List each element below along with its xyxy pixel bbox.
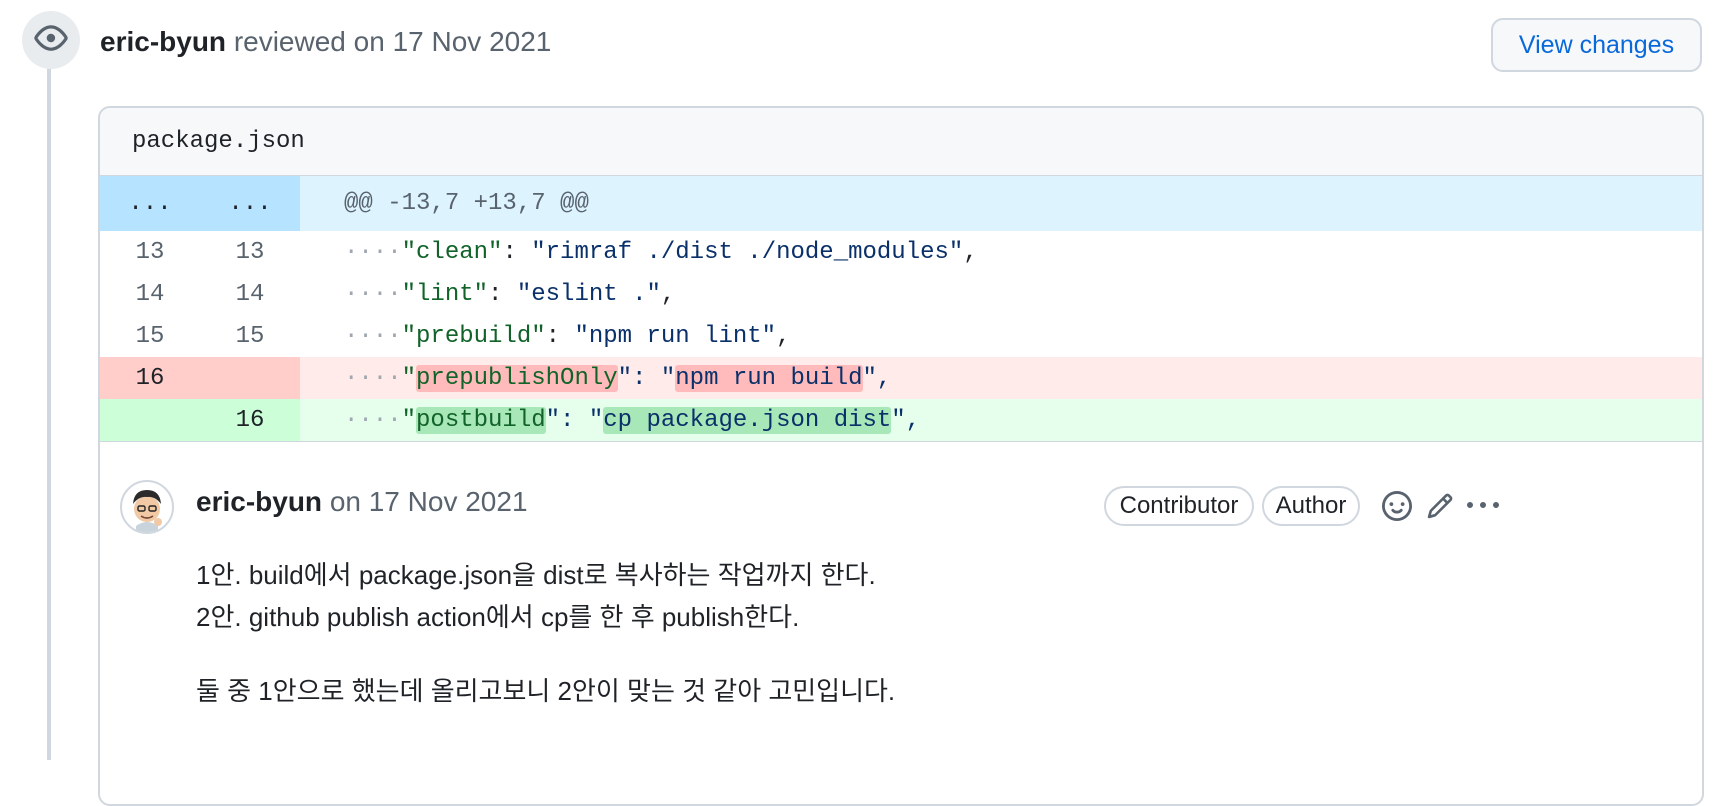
new-line-number[interactable]: 14 [200,273,300,315]
old-line-number[interactable]: 13 [100,231,200,273]
json-comma: , [963,238,978,266]
json-separator: ": " [617,364,676,392]
json-separator: ": " [545,406,604,434]
new-line-number[interactable] [200,357,300,399]
json-separator: : [488,280,517,308]
new-line-number[interactable]: 15 [200,315,300,357]
json-value: "npm run lint" [574,322,777,350]
hunk-header-row: ... ... @@ -13,7 +13,7 @@ [100,176,1702,231]
review-header: eric-byun reviewed on 17 Nov 2021 [100,26,551,58]
review-action-text: reviewed on 17 Nov 2021 [233,26,552,57]
comment-paragraph: 둘 중 1안으로 했는데 올리고보니 2안이 맞는 것 같아 고민입니다. [196,676,896,706]
json-key: "lint" [401,280,489,308]
old-line-number[interactable]: 14 [100,273,200,315]
review-author-link[interactable]: eric-byun [100,26,226,57]
json-key: "prebuild" [401,322,546,350]
old-line-number[interactable]: 15 [100,315,200,357]
json-value-changed: npm run build [675,364,863,392]
whitespace-marker: ···· [344,322,402,350]
add-reaction-button[interactable] [1377,488,1417,528]
comment-paragraph: 1안. build에서 package.json을 dist로 복사하는 작업까… [196,560,876,590]
file-header: package.json [100,108,1702,176]
json-comma: , [776,322,791,350]
json-key-changed: prepublishOnly [416,364,618,392]
comment-date-link[interactable]: on 17 Nov 2021 [330,486,528,517]
diff-context-row: 15 15 ···· "prebuild": "npm run lint", [100,315,1702,357]
kebab-horizontal-icon [1467,490,1499,527]
comment-body: 1안. build에서 package.json을 dist로 복사하는 작업까… [196,554,895,712]
whitespace-marker: ···· [344,280,402,308]
comment-options-button[interactable] [1463,488,1503,528]
comment-author-link[interactable]: eric-byun [196,486,322,517]
whitespace-marker: ···· [344,238,402,266]
json-comma: , [660,280,676,308]
json-key: "clean" [401,238,503,266]
review-thread: package.json ... ... @@ -13,7 +13,7 @@ 1… [98,106,1704,806]
author-badge: Author [1262,486,1360,526]
json-separator: : [502,238,532,266]
edit-comment-button[interactable] [1420,488,1460,528]
json-quote: " [401,364,417,392]
json-quote: " [401,406,417,434]
diff-table: ... ... @@ -13,7 +13,7 @@ 13 13 ···· "cle… [100,176,1702,442]
timeline-line [47,60,51,760]
diff-deletion-row: 16 ···· " prepublishOnly ": " npm run build "… [100,357,1702,399]
whitespace-marker: ···· [344,406,402,434]
diff-line-code: ···· "prebuild": "npm run lint", [300,315,1702,357]
smiley-icon [1382,490,1412,526]
diff-line-code: ···· " postbuild ": " cp package.json dist ", [300,399,1702,441]
view-changes-button[interactable]: View changes [1491,18,1702,72]
diff-addition-row: 16 ···· " postbuild ": " cp package.json dis… [100,399,1702,441]
json-separator: : [545,322,575,350]
diff-context-row: 13 13 ···· "clean": "rimraf ./dist ./node… [100,231,1702,273]
whitespace-marker: ···· [344,364,402,392]
contributor-badge: Contributor [1104,486,1254,526]
review-comment: eric-byun on 17 Nov 2021 Contributor Aut… [100,442,1702,742]
hunk-expand-new[interactable]: ... [200,176,300,231]
diff-context-row: 14 14 ···· "lint": "eslint .", [100,273,1702,315]
old-line-number[interactable] [100,399,200,441]
new-line-number[interactable]: 16 [200,399,300,441]
hunk-expand-old[interactable]: ... [100,176,200,231]
json-value-changed: cp package.json dist [603,406,892,434]
hunk-header-text: @@ -13,7 +13,7 @@ [344,190,589,217]
old-line-number[interactable]: 16 [100,357,200,399]
comment-paragraph: 2안. github publish action에서 cp를 한 후 publ… [196,602,800,632]
pencil-icon [1426,492,1454,525]
avatar[interactable] [120,480,174,534]
json-key-changed: postbuild [416,406,546,434]
eye-icon [34,21,68,60]
json-value: "rimraf ./dist ./node_modules" [531,238,964,266]
new-line-number[interactable]: 13 [200,231,300,273]
json-comma: ", [891,406,921,434]
diff-line-code: ···· "lint": "eslint .", [300,273,1702,315]
review-event-badge [22,11,80,69]
diff-line-code: ···· "clean": "rimraf ./dist ./node_modul… [300,231,1702,273]
file-name-link[interactable]: package.json [132,128,305,155]
comment-header: eric-byun on 17 Nov 2021 [196,486,528,518]
diff-line-code: ···· " prepublishOnly ": " npm run build ", [300,357,1702,399]
json-comma: ", [862,364,892,392]
json-value: "eslint ." [516,280,661,308]
